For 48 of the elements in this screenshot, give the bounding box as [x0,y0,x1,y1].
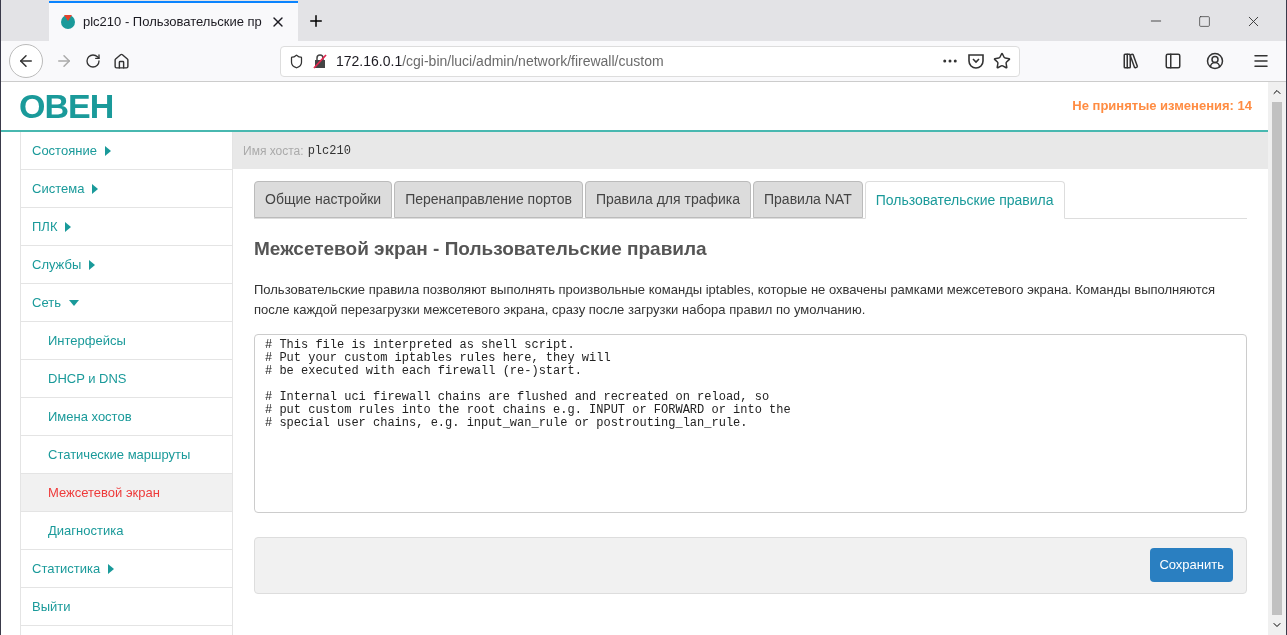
shield-icon [289,53,304,69]
back-button[interactable] [9,44,43,78]
nav-item[interactable]: Выйти [21,588,232,626]
nav-subitem[interactable]: Межсетевой экран [21,474,232,512]
insecure-lock-icon [312,53,328,69]
nav-subitem[interactable]: DHCP и DNS [21,360,232,398]
nav-item[interactable]: Службы [21,246,232,284]
caret-right-icon [108,563,115,574]
address-bar[interactable]: 172.16.0.1/cgi-bin/luci/admin/network/firewall/custom [280,45,1020,77]
tab-title: plc210 - Пользовательские пр [83,13,262,32]
nav-subitem[interactable]: Интерфейсы [21,322,232,360]
save-button[interactable]: Сохранить [1150,548,1233,582]
maximize-icon[interactable] [1198,14,1211,28]
pending-changes-link[interactable]: Не принятые изменения: 14 [1072,96,1252,116]
nav-item[interactable]: ПЛК [21,208,232,246]
menu-icon[interactable] [1252,52,1270,70]
nav-subitem[interactable]: Имена хостов [21,398,232,436]
site-favicon [61,15,75,29]
caret-right-icon [104,145,111,156]
page-title: Межсетевой экран - Пользовательские правила [254,237,708,261]
caret-right-icon [92,183,99,194]
hostname-value: plc210 [307,142,351,160]
nav-item[interactable]: Статистика [21,550,232,588]
sidebar-icon[interactable] [1164,52,1182,70]
logo: ОВЕН [19,89,114,123]
tab[interactable]: Пользовательские правила [864,181,1065,219]
tab[interactable]: Общие настройки [254,181,393,218]
scrollbar[interactable] [1268,82,1286,635]
tab[interactable]: Правила для трафика [584,181,751,218]
page-description: Пользовательские правила позволяют выполнять произвольные команды iptables, которые не охвачены рамками межсетевого экрана. Команды выполняются после каждой перезагрузки межсетевого экрана, сразу после загрузки набора правил по умолчанию. [254,280,1217,319]
nav-item[interactable]: Система [21,170,232,208]
pocket-icon[interactable] [967,52,985,70]
account-icon[interactable] [1206,52,1224,70]
tab[interactable]: Перенаправление портов [394,181,583,218]
nav-subitem[interactable]: Диагностика [21,512,232,550]
caret-right-icon [65,221,72,232]
tab[interactable]: Правила NAT [753,181,863,218]
nav-item[interactable]: Состояние [21,132,232,170]
nav-item[interactable]: Сеть [21,284,232,322]
caret-right-icon [89,259,96,270]
reload-icon[interactable] [85,53,101,69]
browser-tab[interactable]: plc210 - Пользовательские пр [49,1,298,41]
hostname-label: Имя хоста: [243,142,304,160]
library-icon[interactable] [1122,52,1140,70]
script-editor[interactable]: # This file is interpreted as shell script. # Put your custom iptables rules here, they will # be executed with each firewall (re-)start. # Internal uci firewall chains are flushed and recreated on reload, so # put custom rules into the root chains e.g. INPUT or FORWARD or into the # special user chains, e.g. input_wan_rule or postrouting_lan_rule. [254,333,1247,513]
bookmark-star-icon[interactable] [993,52,1011,70]
caret-down-icon [68,299,79,306]
home-icon[interactable] [113,52,130,70]
